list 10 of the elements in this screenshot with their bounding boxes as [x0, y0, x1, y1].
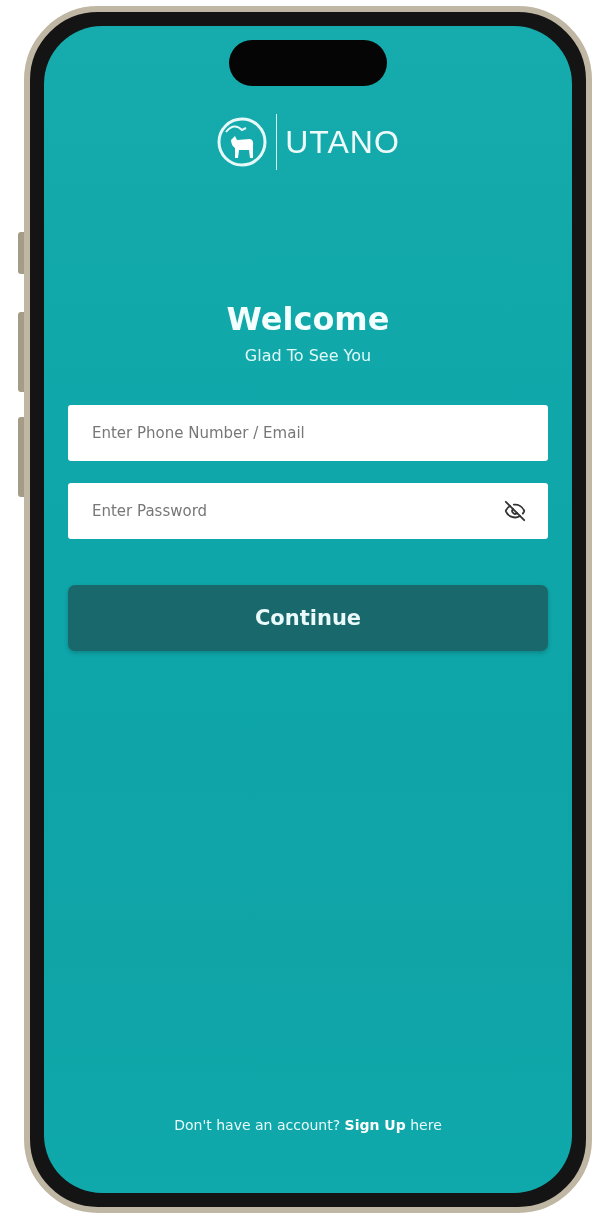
logo-divider [276, 114, 278, 170]
password-field[interactable]: Enter Password [68, 483, 548, 539]
logo-text: UTANO [285, 123, 400, 161]
eye-off-icon[interactable] [504, 500, 526, 522]
phone-email-field[interactable]: Enter Phone Number / Email [68, 405, 548, 461]
welcome-subheading: Glad To See You [243, 346, 373, 365]
logo-icon [216, 116, 269, 168]
welcome-heading: Welcome [225, 300, 391, 338]
signup-prompt: Don't have an account? Sign Up here [173, 1117, 443, 1133]
continue-button[interactable]: Continue [68, 585, 548, 651]
